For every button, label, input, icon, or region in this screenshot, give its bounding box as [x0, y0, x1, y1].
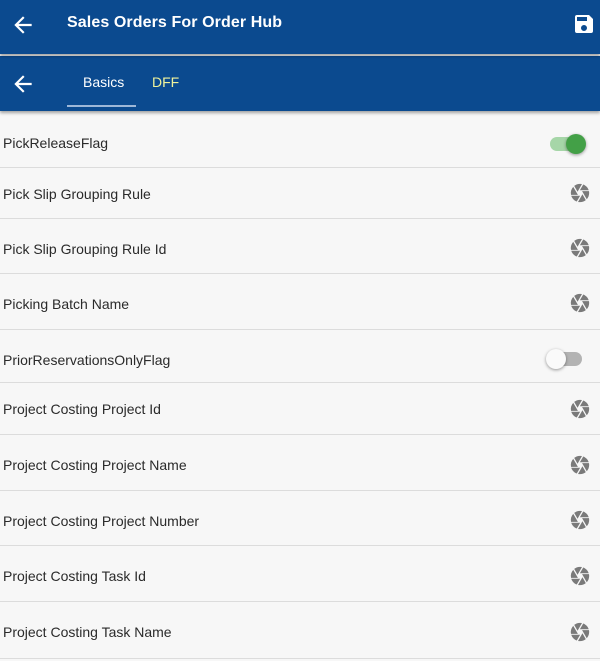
list-item: Pick Slip Grouping Rule [0, 168, 600, 219]
list-item: Picking Batch Name [0, 274, 600, 330]
toggle-thumb [566, 134, 586, 154]
aperture-icon[interactable] [569, 565, 591, 587]
list-item: Project Costing Project Id [0, 383, 600, 435]
aperture-icon[interactable] [569, 292, 591, 314]
field-label: Picking Batch Name [3, 296, 130, 312]
secondary-back-arrow-icon[interactable] [10, 71, 36, 97]
field-label: PickReleaseFlag [3, 135, 109, 151]
field-label: Pick Slip Grouping Rule [3, 186, 151, 202]
save-icon[interactable] [572, 12, 596, 36]
page-title: Sales Orders For Order Hub [67, 14, 283, 31]
aperture-icon[interactable] [569, 454, 591, 476]
aperture-icon[interactable] [569, 509, 591, 531]
field-label: Project Costing Task Name [3, 624, 172, 640]
field-label: Project Costing Project Id [3, 401, 161, 417]
list-item: Project Costing Task Name [0, 602, 600, 659]
field-label: Pick Slip Grouping Rule Id [3, 241, 167, 257]
toggle-thumb [546, 349, 566, 369]
field-label: Project Costing Project Number [3, 513, 200, 529]
list-item: Project Costing Task Id [0, 546, 600, 602]
tab-bar: Basics DFF [0, 56, 600, 111]
prior-reservations-toggle[interactable] [546, 347, 584, 371]
field-list: PickReleaseFlag Pick Slip Grouping Rule … [0, 117, 600, 659]
aperture-icon[interactable] [569, 182, 591, 204]
list-item: PickReleaseFlag [0, 117, 600, 168]
tab-dff[interactable]: DFF [152, 74, 179, 90]
list-item: Project Costing Project Name [0, 435, 600, 491]
app-bar: Sales Orders For Order Hub [0, 0, 600, 54]
field-label: Project Costing Task Id [3, 568, 146, 584]
back-arrow-icon[interactable] [10, 12, 36, 38]
active-tab-indicator [67, 105, 136, 107]
list-item: Pick Slip Grouping Rule Id [0, 219, 600, 274]
aperture-icon[interactable] [569, 621, 591, 643]
list-item: PriorReservationsOnlyFlag [0, 330, 600, 383]
field-label: PriorReservationsOnlyFlag [3, 352, 171, 368]
pick-release-toggle[interactable] [550, 132, 586, 156]
tab-basics[interactable]: Basics [83, 74, 124, 90]
field-label: Project Costing Project Name [3, 457, 187, 473]
aperture-icon[interactable] [569, 398, 591, 420]
aperture-icon[interactable] [569, 237, 591, 259]
list-item: Project Costing Project Number [0, 491, 600, 546]
